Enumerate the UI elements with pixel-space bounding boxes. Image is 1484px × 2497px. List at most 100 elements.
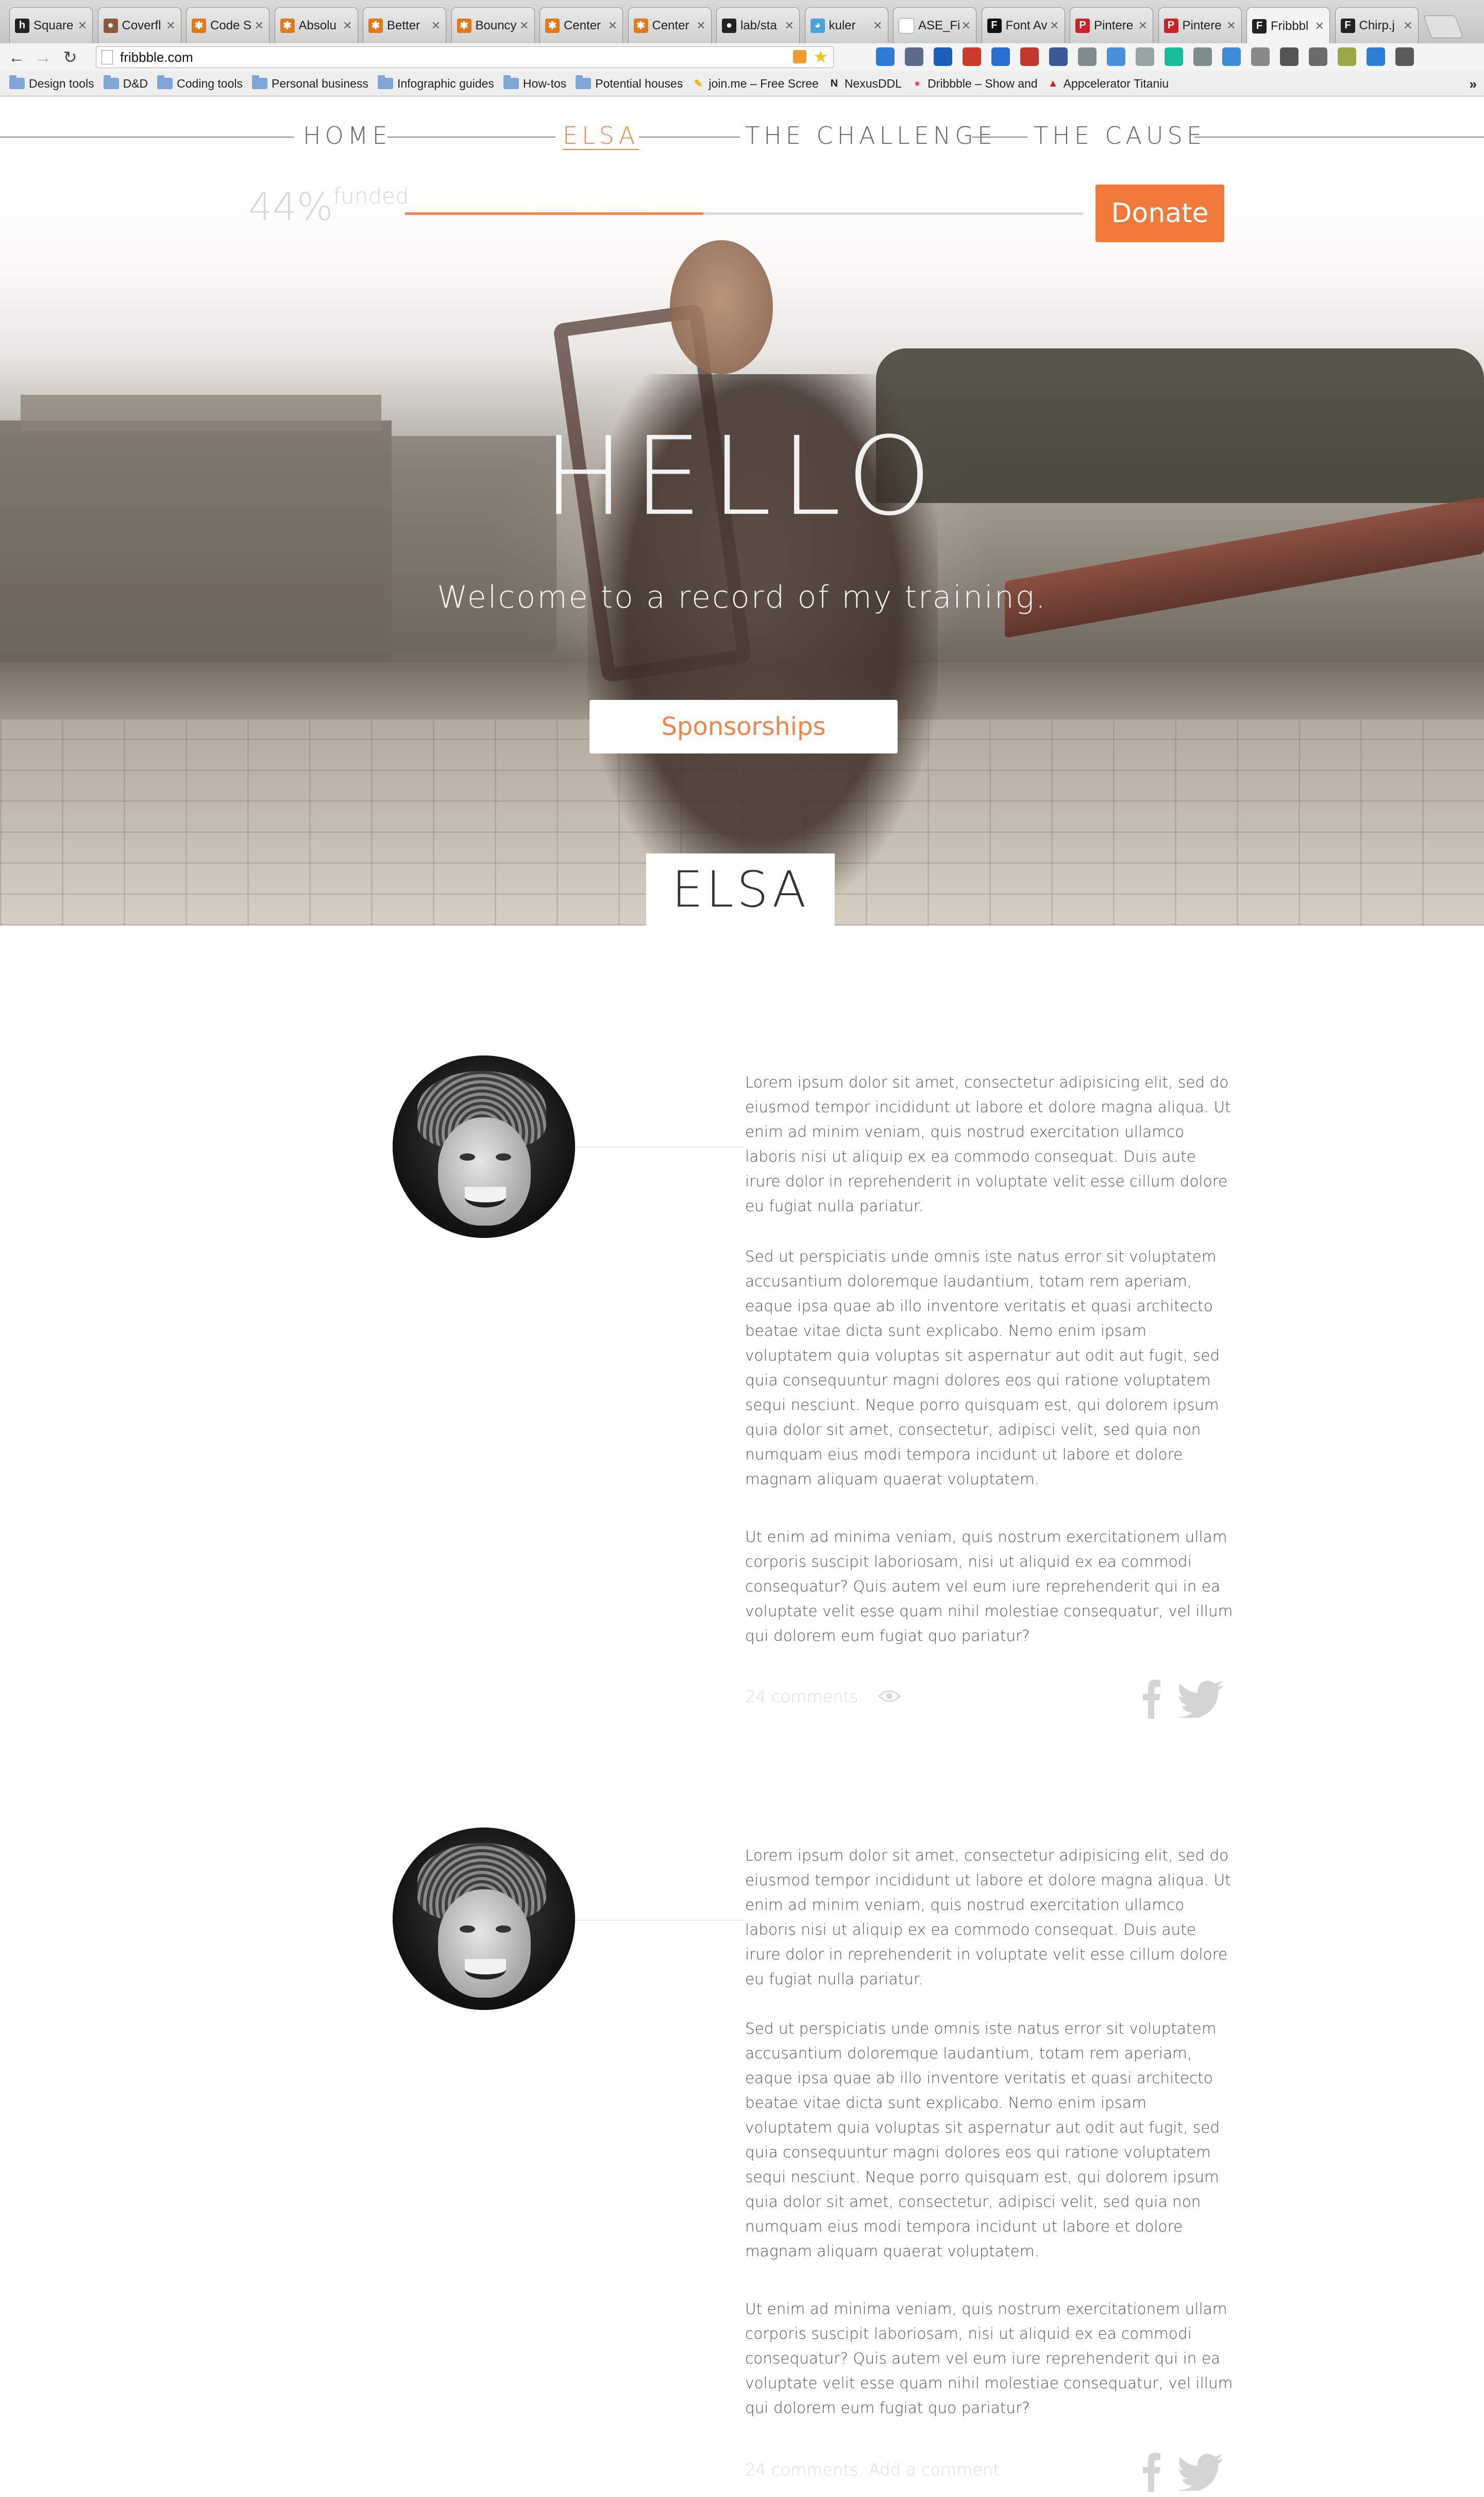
bookmark-item[interactable]: D&D (103, 75, 148, 91)
hero-title: HELLO (543, 413, 941, 540)
browser-tab[interactable]: h Square ✕ (9, 7, 93, 43)
asterisk-icon: ✱ (368, 18, 383, 33)
bookmark-star-icon[interactable]: ★ (813, 47, 828, 66)
tab-label: ASE_Fil (918, 18, 959, 32)
post-paragraph: Sed ut perspiciatis unde omnis iste natu… (745, 1248, 1220, 1488)
folder-icon (503, 75, 519, 89)
tab-label: Coverfl (122, 18, 161, 32)
bookmark-item[interactable]: Coding tools (157, 75, 243, 91)
tab-label: Chirp.j (1359, 18, 1395, 32)
browser-tab[interactable]: F Chirp.j ✕ (1335, 7, 1419, 43)
close-icon[interactable]: ✕ (873, 19, 882, 32)
forward-arrow-icon[interactable]: → (33, 47, 54, 68)
rss-icon[interactable] (793, 50, 806, 63)
close-icon[interactable]: ✕ (255, 19, 264, 32)
close-icon[interactable]: ✕ (1403, 19, 1412, 32)
facebook-icon[interactable] (1142, 1678, 1162, 1719)
close-icon[interactable]: ✕ (343, 19, 352, 32)
bookmark-item[interactable]: ✎ join.me – Free Scree (692, 77, 819, 91)
extension-icon[interactable] (1020, 47, 1039, 66)
extension-icon[interactable] (1049, 47, 1068, 66)
sponsorships-button[interactable]: Sponsorships (589, 700, 898, 753)
extension-icon[interactable] (1338, 47, 1356, 66)
browser-tab[interactable]: ● Coverfl ✕ (97, 7, 181, 43)
nav-the-challenge[interactable]: THE CHALLENGE (745, 122, 997, 149)
extension-icon[interactable] (1165, 47, 1183, 66)
reload-icon[interactable]: ↻ (60, 47, 80, 68)
twitter-icon[interactable] (1178, 1681, 1224, 1718)
bookmark-item[interactable]: N NexusDDL (828, 77, 902, 91)
close-icon[interactable]: ✕ (696, 19, 705, 32)
new-tab-button[interactable] (1423, 15, 1464, 38)
browser-tab[interactable]: ASE_Fil ✕ (893, 7, 976, 43)
nav-home[interactable]: HOME (303, 122, 392, 149)
close-icon[interactable]: ✕ (608, 19, 617, 32)
close-icon[interactable]: ✕ (785, 19, 794, 32)
close-icon[interactable]: ✕ (1138, 19, 1148, 32)
extension-icon[interactable] (905, 47, 923, 66)
browser-tab[interactable]: F Fribbbl ✕ (1246, 7, 1330, 44)
extension-icon[interactable] (876, 47, 895, 66)
facebook-icon[interactable] (1142, 2451, 1162, 2492)
address-bar[interactable]: fribbble.com ★ (96, 46, 834, 68)
browser-tab[interactable]: ✱ Bouncy ✕ (451, 7, 535, 43)
browser-tab[interactable]: F Font Av ✕ (981, 7, 1065, 43)
close-icon[interactable]: ✕ (1315, 20, 1324, 33)
post-footer: 24 comments. (745, 1678, 1235, 1724)
extension-icon[interactable] (1078, 47, 1097, 66)
bookmark-item[interactable]: ▲ Appcelerator Titaniu (1047, 77, 1169, 91)
bookmark-item[interactable]: Infographic guides (377, 75, 494, 91)
close-icon[interactable]: ✕ (1226, 19, 1236, 32)
browser-tab[interactable]: ✱ Center ✕ (628, 7, 712, 43)
extension-icon[interactable] (1395, 47, 1414, 66)
close-icon[interactable]: ✕ (166, 19, 175, 32)
nav-elsa[interactable]: ELSA (563, 122, 639, 149)
bookmark-item[interactable]: ● Dribbble – Show and (911, 77, 1038, 91)
asterisk-icon: ✱ (545, 18, 560, 33)
browser-tab[interactable]: ✱ Better ✕ (363, 7, 446, 43)
comments-link[interactable]: 24 comments. Add a comment (745, 2460, 1000, 2479)
extension-icon[interactable] (1193, 47, 1212, 66)
hero-subtitle: Welcome to a record of my training. (437, 579, 1047, 615)
close-icon[interactable]: ✕ (431, 19, 441, 32)
browser-tab[interactable]: ✱ Center ✕ (539, 7, 623, 43)
back-arrow-icon[interactable]: ← (6, 47, 27, 68)
browser-tab[interactable]: P Pintere ✕ (1158, 7, 1242, 43)
close-icon[interactable]: ✕ (519, 19, 529, 32)
extension-icon[interactable] (1309, 47, 1327, 66)
comments-link[interactable]: 24 comments. (745, 1687, 864, 1706)
bookmark-item[interactable]: Personal business (252, 75, 368, 91)
close-icon[interactable]: ✕ (1050, 19, 1059, 32)
extension-icon[interactable] (1107, 47, 1125, 66)
bookmark-label: Dribbble – Show and (927, 76, 1038, 90)
extension-icon[interactable] (1136, 47, 1154, 66)
bookmark-item[interactable]: Potential houses (576, 75, 683, 91)
bookmark-item[interactable]: Design tools (9, 75, 94, 91)
extension-icon[interactable] (1222, 47, 1241, 66)
close-icon[interactable]: ✕ (962, 19, 971, 32)
bookmark-item[interactable]: How-tos (503, 75, 566, 91)
browser-tab[interactable]: ✱ Absolu ✕ (274, 7, 358, 43)
extension-icon[interactable] (934, 47, 952, 66)
funded-indicator: 44%funded (248, 183, 409, 229)
bookmarks-more-button[interactable]: » (1470, 76, 1477, 92)
browser-tab[interactable]: ✱ Code S ✕ (186, 7, 269, 43)
browser-tab[interactable]: ● lab/sta ✕ (716, 7, 800, 43)
extension-icon[interactable] (1251, 47, 1270, 66)
extension-icon[interactable] (963, 47, 981, 66)
bookmarks-bar: Design tools D&D Coding tools Personal busi… (0, 71, 1484, 96)
extension-icon[interactable] (991, 47, 1010, 66)
nav-the-cause[interactable]: THE CAUSE (1034, 122, 1206, 149)
asterisk-icon: ✱ (280, 18, 295, 33)
extension-icon[interactable] (1367, 47, 1385, 66)
post-connector-line (575, 1920, 745, 1921)
eye-icon[interactable] (878, 1688, 901, 1704)
browser-tab[interactable]: P Pintere ✕ (1070, 7, 1153, 43)
close-icon[interactable]: ✕ (78, 19, 87, 32)
twitter-icon[interactable] (1178, 2454, 1224, 2491)
browser-tab[interactable]: ◕ kuler ✕ (804, 7, 888, 43)
donate-button[interactable]: Donate (1095, 185, 1224, 242)
extension-icon[interactable] (1280, 47, 1298, 66)
tab-label: Absolu (298, 18, 336, 32)
f-icon: F (1340, 18, 1355, 33)
